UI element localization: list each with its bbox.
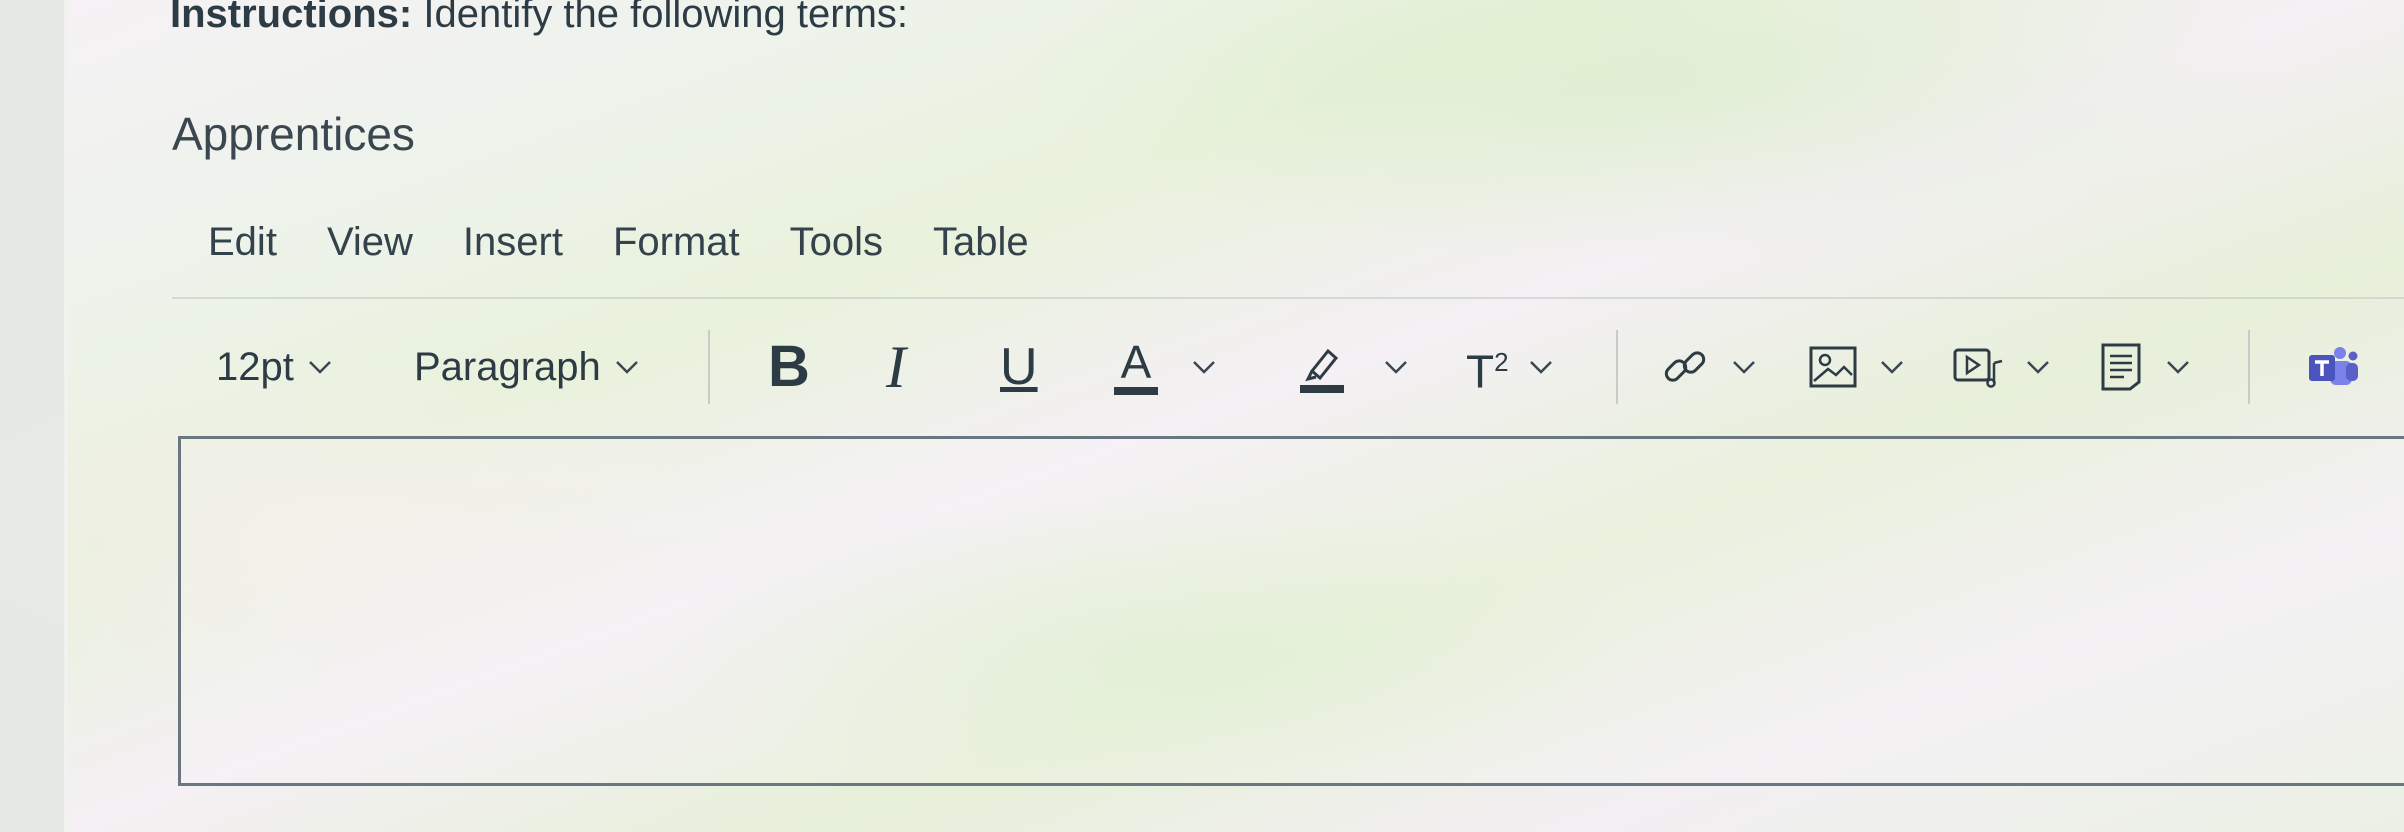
microsoft-teams-button[interactable] — [2306, 322, 2360, 412]
toolbar-separator — [708, 330, 710, 404]
toolbar-separator — [1616, 330, 1618, 404]
chevron-down-icon[interactable] — [1880, 360, 1904, 374]
menu-table[interactable]: Table — [933, 218, 1029, 266]
superscript-base: T — [1466, 345, 1495, 398]
block-format-dropdown[interactable]: Paragraph — [414, 322, 639, 412]
underline-icon: U — [1000, 338, 1038, 396]
instructions-label: Instructions: — [170, 0, 413, 36]
block-format-value: Paragraph — [414, 345, 601, 389]
insert-media-button[interactable] — [1952, 322, 2050, 412]
chevron-down-icon[interactable] — [2166, 360, 2190, 374]
chevron-down-icon — [615, 361, 638, 374]
menubar-divider — [172, 297, 2404, 299]
chevron-down-icon[interactable] — [1384, 360, 1408, 374]
highlighter-icon — [1300, 348, 1344, 393]
editor-toolbar: 12pt Paragraph B I U A T2 — [0, 322, 2404, 412]
text-color-icon: A — [1114, 339, 1158, 395]
instructions-body: Identify the following terms: — [412, 0, 909, 36]
term-heading: Apprentices — [172, 108, 415, 160]
insert-image-button[interactable] — [1808, 322, 1904, 412]
chevron-down-icon[interactable] — [1732, 360, 1756, 374]
text-color-button[interactable]: A — [1114, 322, 1216, 412]
menu-insert[interactable]: Insert — [463, 218, 563, 266]
image-icon — [1809, 346, 1857, 388]
menu-format[interactable]: Format — [613, 218, 740, 266]
text-color-swatch — [1114, 387, 1158, 395]
rich-text-editor-area[interactable] — [178, 436, 2404, 786]
insert-link-button[interactable] — [1660, 322, 1756, 412]
document-icon — [2101, 343, 2141, 391]
italic-icon: I — [886, 334, 906, 400]
media-icon — [1953, 348, 2003, 388]
insert-document-button[interactable] — [2100, 322, 2190, 412]
chevron-down-icon — [308, 361, 331, 374]
italic-button[interactable]: I — [886, 322, 906, 412]
chevron-down-icon[interactable] — [2026, 360, 2050, 374]
menu-view[interactable]: View — [327, 218, 413, 266]
chevron-down-icon[interactable] — [1192, 360, 1216, 374]
superscript-icon: T2 — [1466, 338, 1509, 395]
chevron-down-icon[interactable] — [1529, 360, 1553, 374]
link-icon — [1664, 351, 1706, 382]
font-size-value: 12pt — [216, 345, 294, 389]
highlight-color-button[interactable] — [1298, 322, 1408, 412]
superscript-exponent: 2 — [1494, 347, 1509, 378]
toolbar-separator — [2248, 330, 2250, 404]
superscript-button[interactable]: T2 — [1466, 322, 1553, 412]
bold-button[interactable]: B — [768, 322, 810, 412]
text-color-glyph: A — [1120, 336, 1152, 388]
instructions-text: Instructions: Identify the following ter… — [170, 0, 908, 36]
menu-tools[interactable]: Tools — [790, 218, 883, 266]
underline-button[interactable]: U — [1000, 322, 1038, 412]
font-size-dropdown[interactable]: 12pt — [216, 322, 332, 412]
menu-edit[interactable]: Edit — [208, 218, 277, 266]
editor-menubar: Edit View Insert Format Tools Table — [208, 218, 1029, 266]
bold-icon: B — [768, 334, 810, 399]
microsoft-teams-icon — [2309, 347, 2358, 385]
